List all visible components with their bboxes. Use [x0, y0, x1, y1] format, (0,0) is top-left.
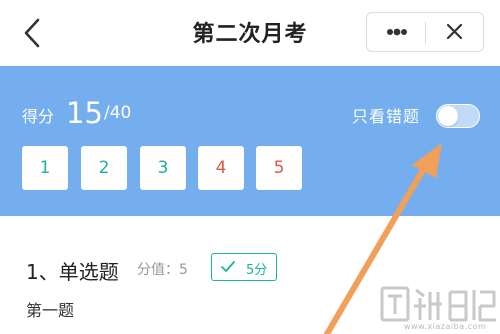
score-label: 得分	[22, 107, 55, 126]
only-wrong-toggle[interactable]	[436, 104, 480, 128]
top-bar: 第二次月考	[0, 0, 500, 66]
toggle-knob	[438, 106, 458, 126]
close-button[interactable]	[426, 13, 484, 51]
score-badge: 5分	[211, 253, 277, 281]
question-button-5[interactable]: 5	[256, 146, 302, 190]
question-button-4[interactable]: 4	[198, 146, 244, 190]
score-badge-text: 5分	[246, 263, 268, 278]
question-button-1[interactable]: 1	[22, 146, 68, 190]
window-capsule	[366, 12, 484, 52]
question-title: 1、单选题	[26, 260, 119, 284]
score-panel	[0, 66, 500, 216]
question-points: 分值：5	[137, 262, 188, 278]
check-icon	[221, 261, 235, 272]
watermark-url: www.xiazaiba.com	[404, 322, 487, 331]
close-icon	[446, 23, 463, 40]
score-total: /40	[104, 103, 132, 123]
only-wrong-label: 只看错题	[352, 107, 421, 126]
more-dots-icon	[387, 28, 407, 36]
more-button[interactable]	[367, 13, 425, 51]
question-button-2[interactable]: 2	[81, 146, 127, 190]
score-value: 15	[66, 96, 103, 130]
question-button-3[interactable]: 3	[140, 146, 186, 190]
question-stem: 第一题	[26, 301, 75, 320]
